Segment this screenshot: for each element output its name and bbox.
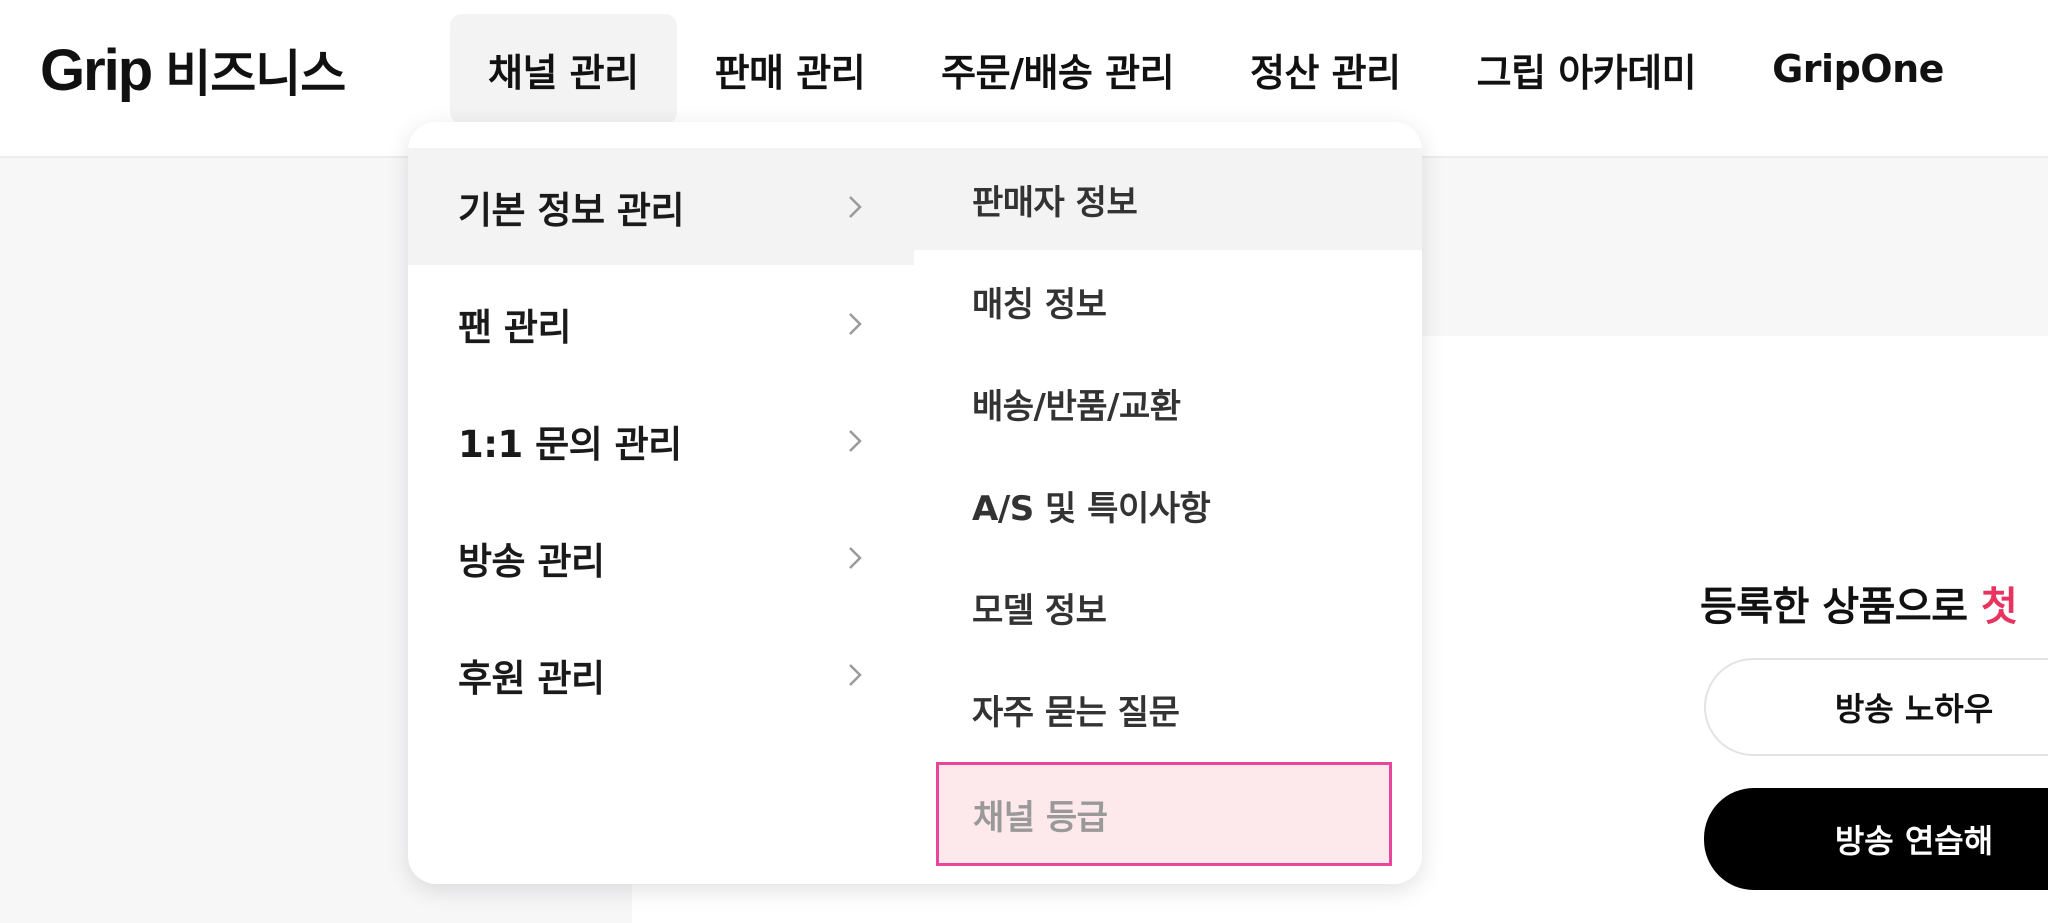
chevron-right-icon (849, 195, 862, 218)
submenu-seller-info[interactable]: 판매자 정보 (914, 148, 1422, 250)
category-fan-management[interactable]: 팬 관리 (408, 265, 914, 382)
submenu-shipping-return-exchange[interactable]: 배송/반품/교환 (914, 352, 1422, 454)
nav-gripone[interactable]: GripOne (1734, 14, 1982, 124)
submenu-list: 판매자 정보 매칭 정보 배송/반품/교환 A/S 및 특이사항 모델 정보 자… (914, 148, 1422, 866)
submenu-faq[interactable]: 자주 묻는 질문 (914, 658, 1422, 760)
nav-channel-management[interactable]: 채널 관리 (450, 14, 677, 124)
channel-management-dropdown: 기본 정보 관리 팬 관리 1:1 문의 관리 방송 관리 후원 관리 판매자 … (408, 122, 1422, 884)
nav-order-shipping-management[interactable]: 주문/배송 관리 (903, 14, 1212, 124)
logo-subtitle: 비즈니스 (165, 45, 346, 103)
grip-business-logo[interactable]: Grip 비즈니스 (40, 30, 346, 110)
promo-title: 등록한 상품으로 첫 (1700, 574, 2018, 632)
nav-settlement-management[interactable]: 정산 관리 (1212, 14, 1439, 124)
category-label: 1:1 문의 관리 (458, 422, 682, 466)
category-broadcast-management[interactable]: 방송 관리 (408, 499, 914, 616)
category-label: 방송 관리 (458, 539, 605, 583)
chevron-right-icon (849, 429, 862, 452)
category-inquiry-management[interactable]: 1:1 문의 관리 (408, 382, 914, 499)
category-list: 기본 정보 관리 팬 관리 1:1 문의 관리 방송 관리 후원 관리 (408, 148, 914, 733)
broadcast-practice-button[interactable]: 방송 연습해 (1704, 788, 2048, 890)
category-sponsorship-management[interactable]: 후원 관리 (408, 616, 914, 733)
chevron-right-icon (849, 546, 862, 569)
category-label: 기본 정보 관리 (458, 188, 685, 232)
category-basic-info[interactable]: 기본 정보 관리 (408, 148, 914, 265)
main-nav: 채널 관리 판매 관리 주문/배송 관리 정산 관리 그립 아카데미 GripO… (450, 14, 1982, 124)
page: 등록한 상품으로 첫 방송 노하우 방송 연습해 Grip 비즈니스 채널 관리… (0, 0, 2048, 923)
submenu-model-info[interactable]: 모델 정보 (914, 556, 1422, 658)
submenu-as-notes[interactable]: A/S 및 특이사항 (914, 454, 1422, 556)
chevron-right-icon (849, 663, 862, 686)
broadcast-knowhow-button[interactable]: 방송 노하우 (1704, 658, 2048, 756)
logo-wordmark: Grip (40, 37, 153, 103)
category-label: 팬 관리 (458, 305, 572, 349)
submenu-matching-info[interactable]: 매칭 정보 (914, 250, 1422, 352)
promo-accent-text: 첫 (1980, 584, 2018, 630)
submenu-channel-grade[interactable]: 채널 등급 (936, 762, 1392, 866)
promo-text: 등록한 상품으로 (1700, 584, 1981, 630)
chevron-right-icon (849, 312, 862, 335)
nav-sales-management[interactable]: 판매 관리 (677, 14, 904, 124)
nav-grip-academy[interactable]: 그립 아카데미 (1439, 14, 1735, 124)
category-label: 후원 관리 (458, 656, 605, 700)
